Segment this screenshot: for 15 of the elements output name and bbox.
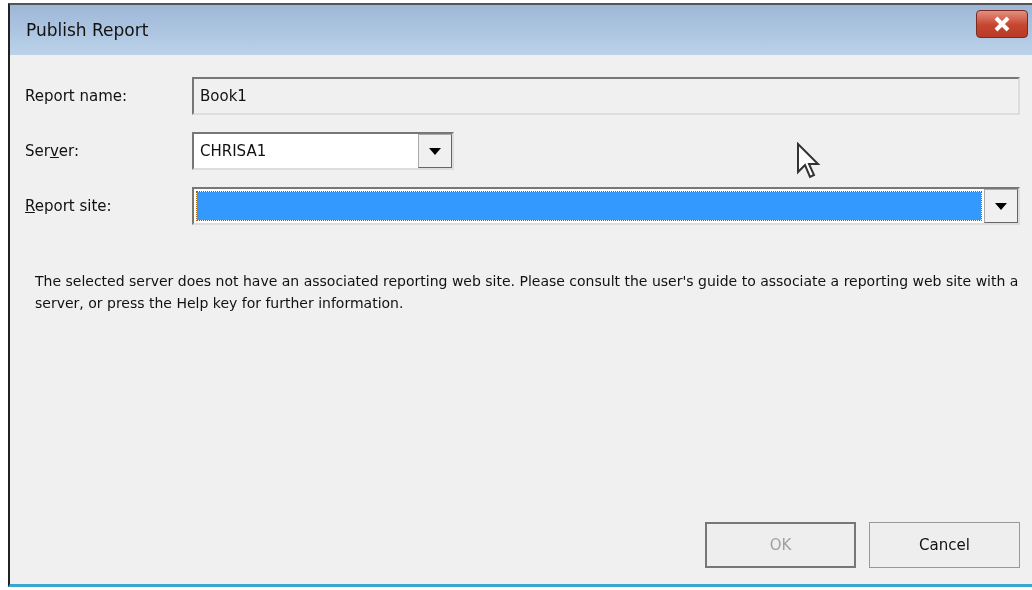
field-label: Report name:: [25, 87, 129, 105]
cancel-button[interactable]: Cancel: [869, 522, 1020, 568]
window-title: Publish Report: [26, 20, 149, 40]
caret-icon: [995, 202, 1007, 210]
close-icon: [992, 16, 1012, 32]
field-label: Server:: [25, 142, 80, 160]
close-button[interactable]: [976, 10, 1028, 38]
dropdown-button[interactable]: [418, 134, 452, 168]
field-label: Report site:: [25, 197, 113, 215]
caret-icon: [429, 147, 441, 155]
dropdown-field[interactable]: [192, 187, 1020, 225]
dropdown-field[interactable]: CHRISA1: [192, 132, 454, 170]
info-message: The selected server does not have an associated reporting web site. Please consult the user's guide to associate a reporting web site with a server, or press the Help key for further information.: [35, 272, 1020, 313]
dropdown-button[interactable]: [984, 189, 1018, 223]
mouse-cursor-icon: [796, 142, 822, 180]
